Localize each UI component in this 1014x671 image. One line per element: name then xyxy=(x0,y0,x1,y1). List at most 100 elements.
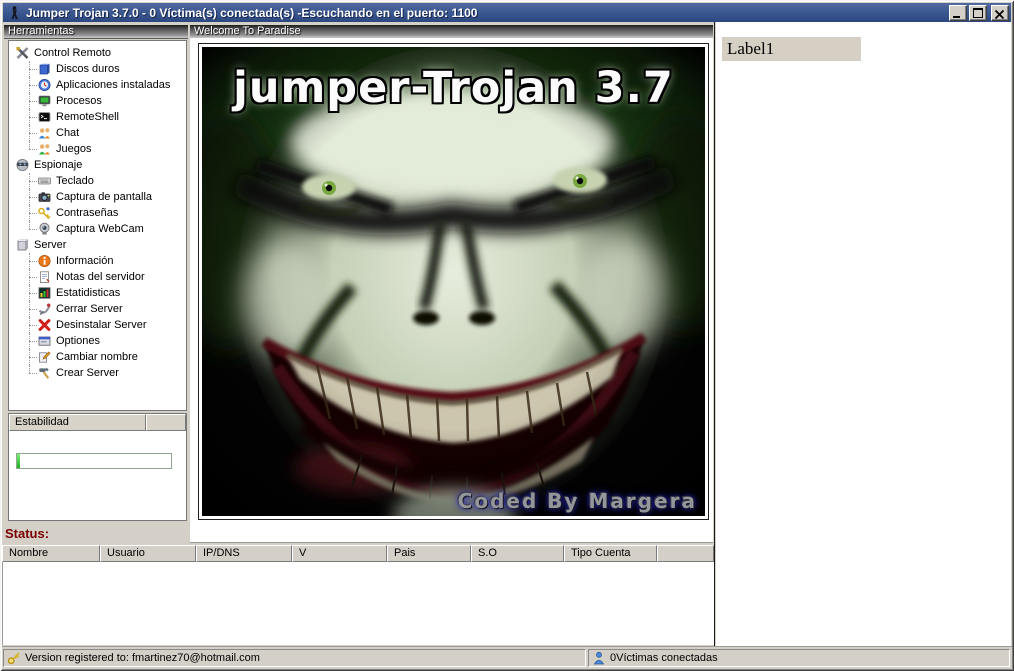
tree-item-label: Optiones xyxy=(56,335,100,347)
tree-item-label: Cerrar Server xyxy=(56,303,123,315)
banner-credit-text: Coded By Margera xyxy=(458,489,697,513)
tree-connector xyxy=(23,285,37,301)
tree-item-remoteshell[interactable]: RemoteShell xyxy=(23,109,186,125)
title-bar[interactable]: Jumper Trojan 3.7.0 - 0 Víctima(s) conec… xyxy=(3,3,1011,22)
minimize-icon xyxy=(953,16,960,18)
tree-item-label: Estatidisticas xyxy=(56,287,120,299)
tree-item-label: Espionaje xyxy=(34,159,82,171)
tree-item-notas-del-servidor[interactable]: Notas del servidor xyxy=(23,269,186,285)
processes-icon xyxy=(37,94,52,108)
tree-item-label: Desinstalar Server xyxy=(56,319,146,331)
tree-item-label: Cambiar nombre xyxy=(56,351,138,363)
victims-table-body xyxy=(2,562,714,645)
label1: Label1 xyxy=(722,37,861,61)
tools-icon xyxy=(15,46,30,60)
tree-item-desinstalar-server[interactable]: Desinstalar Server xyxy=(23,317,186,333)
column-header-pais[interactable]: Pais xyxy=(387,545,471,562)
tree-item-control-remoto[interactable]: Control Remoto xyxy=(15,45,186,61)
tree-item-cambiar-nombre[interactable]: Cambiar nombre xyxy=(23,349,186,365)
tree-item-label: Notas del servidor xyxy=(56,271,145,283)
tree-item-crear-server[interactable]: Crear Server xyxy=(23,365,186,381)
victims-table-header: NombreUsuarioIP/DNSVPaisS.OTipo Cuenta xyxy=(2,545,714,562)
column-header-s-o[interactable]: S.O xyxy=(471,545,564,562)
tree-item-estatidisticas[interactable]: Estatidisticas xyxy=(23,285,186,301)
shell-icon xyxy=(37,110,52,124)
tree-item-captura-webcam[interactable]: Captura WebCam xyxy=(23,221,186,237)
main-panel-header: Welcome To Paradise xyxy=(190,25,713,39)
harddisk-icon xyxy=(37,62,52,76)
tools-tree: Control Remoto Discos duros Aplicaciones i… xyxy=(9,41,186,381)
statusbar-victims-panel: 0Víctimas conectadas xyxy=(588,649,1010,667)
tree-item-juegos[interactable]: Juegos xyxy=(23,141,186,157)
stability-progress-bar xyxy=(16,453,172,469)
spy-icon xyxy=(15,158,30,172)
tree-connector xyxy=(23,205,37,221)
tree-item-label: Procesos xyxy=(56,95,102,107)
tree-connector xyxy=(23,301,37,317)
tree-item-cerrar-server[interactable]: Cerrar Server xyxy=(23,301,186,317)
tree-item-label: Discos duros xyxy=(56,63,120,75)
tree-item-información[interactable]: Información xyxy=(23,253,186,269)
rename-icon xyxy=(37,350,52,364)
tree-connector xyxy=(23,365,37,381)
tree-item-label: Aplicaciones instaladas xyxy=(56,79,170,91)
tree-connector xyxy=(23,349,37,365)
stability-panel: Estabilidad xyxy=(8,413,187,521)
column-header-usuario[interactable]: Usuario xyxy=(100,545,196,562)
tree-connector xyxy=(23,141,37,157)
column-header-spacer[interactable] xyxy=(657,545,714,562)
tree-item-label: Captura de pantalla xyxy=(56,191,152,203)
tree-connector xyxy=(23,253,37,269)
tree-item-label: Control Remoto xyxy=(34,47,111,59)
tree-item-teclado[interactable]: Teclado xyxy=(23,173,186,189)
tree-connector xyxy=(23,61,37,77)
applications-icon xyxy=(37,78,52,92)
column-header-v[interactable]: V xyxy=(292,545,387,562)
tree-item-label: Información xyxy=(56,255,113,267)
games-icon xyxy=(37,142,52,156)
column-header-ip-dns[interactable]: IP/DNS xyxy=(196,545,292,562)
passwords-icon xyxy=(37,206,52,220)
tree-item-aplicaciones-instaladas[interactable]: Aplicaciones instaladas xyxy=(23,77,186,93)
tree-item-procesos[interactable]: Procesos xyxy=(23,93,186,109)
tree-connector xyxy=(23,125,37,141)
tree-item-chat[interactable]: Chat xyxy=(23,125,186,141)
column-header-nombre[interactable]: Nombre xyxy=(2,545,100,562)
maximize-button[interactable] xyxy=(969,5,987,21)
window-title: Jumper Trojan 3.7.0 - 0 Víctima(s) conec… xyxy=(26,6,947,20)
tree-connector xyxy=(23,109,37,125)
server-icon xyxy=(15,238,30,252)
screen-capture-icon xyxy=(37,190,52,204)
tree-item-server[interactable]: Server xyxy=(15,237,186,253)
tree-item-label: Crear Server xyxy=(56,367,119,379)
app-window: Jumper Trojan 3.7.0 - 0 Víctima(s) conec… xyxy=(0,0,1014,671)
close-button[interactable] xyxy=(991,5,1009,21)
tree-item-label: Juegos xyxy=(56,143,91,155)
banner-title-text: jumper-Trojan 3.7 xyxy=(202,63,705,113)
tree-item-optiones[interactable]: Optiones xyxy=(23,333,186,349)
notes-icon xyxy=(37,270,52,284)
tree-connector xyxy=(23,77,37,93)
joker-face-art xyxy=(202,47,705,516)
minimize-button[interactable] xyxy=(949,5,967,21)
maximize-icon xyxy=(973,8,983,18)
tree-item-label: Chat xyxy=(56,127,79,139)
webcam-icon xyxy=(37,222,52,236)
main-right-divider xyxy=(714,22,715,646)
tree-connector xyxy=(23,173,37,189)
column-header-tipo-cuenta[interactable]: Tipo Cuenta xyxy=(564,545,657,562)
joker-banner-image: jumper-Trojan 3.7 Coded By Margera xyxy=(202,47,705,516)
stability-column-header[interactable]: Estabilidad xyxy=(9,414,146,431)
status-bar: Version registered to: fmartinez70@hotma… xyxy=(2,646,1012,668)
tree-item-espionaje[interactable]: Espionaje xyxy=(15,157,186,173)
tree-connector xyxy=(23,221,37,237)
tree-item-contraseñas[interactable]: Contraseñas xyxy=(23,205,186,221)
tree-connector xyxy=(23,317,37,333)
stats-icon xyxy=(37,286,52,300)
key-icon xyxy=(7,651,21,665)
stability-column-spacer xyxy=(146,414,186,431)
right-panel: Label1 xyxy=(716,22,1011,646)
victims-count-text: 0Víctimas conectadas xyxy=(610,652,718,664)
tree-item-discos-duros[interactable]: Discos duros xyxy=(23,61,186,77)
tree-item-captura-de-pantalla[interactable]: Captura de pantalla xyxy=(23,189,186,205)
